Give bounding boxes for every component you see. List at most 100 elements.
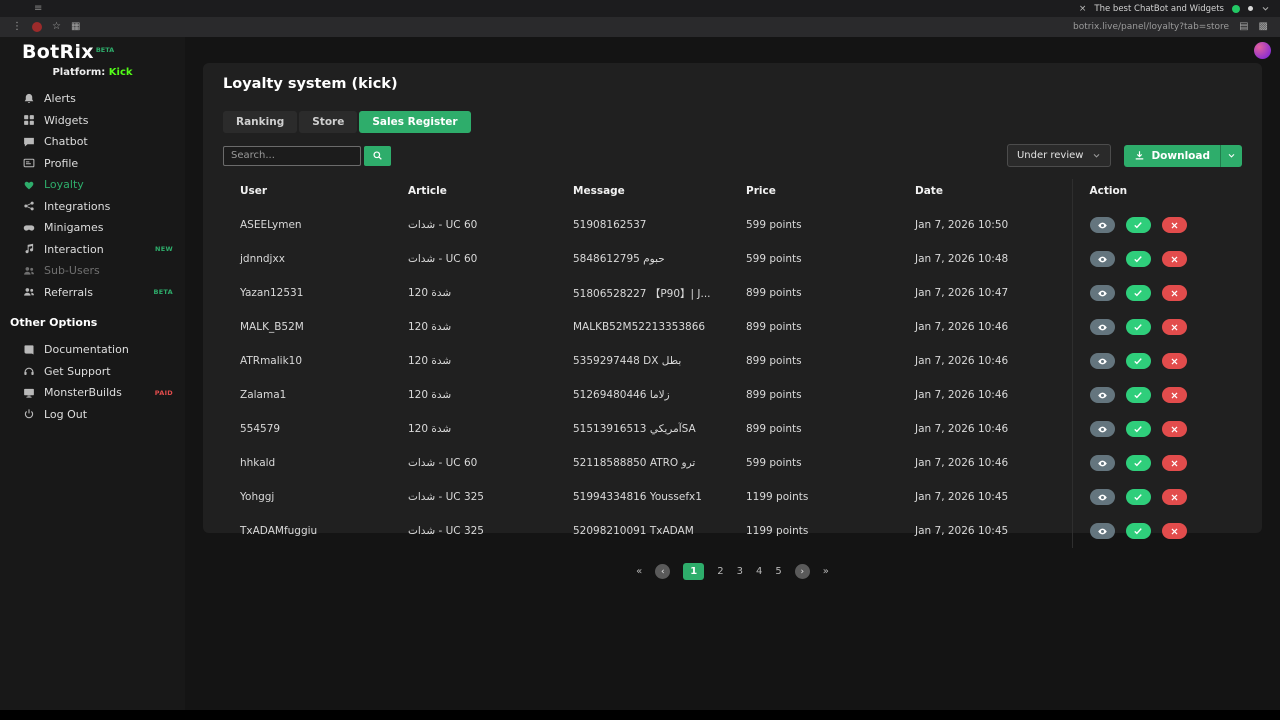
window-menu-icon[interactable]: ≡: [34, 3, 42, 14]
view-button[interactable]: [1089, 455, 1115, 471]
view-button[interactable]: [1089, 353, 1115, 369]
table-row: hhkald شدات - UC 60 52118588850 ATRO ترو 59…: [223, 446, 1242, 480]
reject-button[interactable]: [1161, 217, 1187, 233]
kebab-menu-icon[interactable]: ⋮: [12, 22, 22, 32]
sidebar-item-label: Alerts: [44, 92, 76, 106]
sidebar-item-alerts[interactable]: Alerts: [0, 88, 185, 110]
sidebar-item-label: Sub-Users: [44, 264, 100, 278]
page-prev-button[interactable]: ‹: [655, 564, 671, 579]
cell-article: شدات - UC 325: [408, 525, 484, 537]
tab-ranking[interactable]: Ranking: [223, 111, 298, 133]
sidebar-item-chatbot[interactable]: Chatbot: [0, 131, 185, 153]
view-button[interactable]: [1089, 285, 1115, 301]
approve-button[interactable]: [1125, 285, 1151, 301]
status-filter-select[interactable]: Under review: [1006, 144, 1112, 167]
cell-price: 599 points: [746, 457, 802, 469]
cell-article: شدات - UC 60: [408, 457, 478, 469]
tab-store[interactable]: Store: [299, 111, 358, 133]
extensions-grid-icon[interactable]: ▩: [1259, 22, 1268, 32]
cell-user: Yohggj: [240, 491, 275, 503]
address-url[interactable]: botrix.live/panel/loyalty?tab=store: [1073, 22, 1229, 32]
approve-button[interactable]: [1125, 523, 1151, 539]
avatar[interactable]: [1254, 42, 1271, 59]
status-filter-value: Under review: [1016, 150, 1084, 161]
sidebar-item-loyalty[interactable]: Loyalty: [0, 174, 185, 196]
chat-icon: [22, 136, 35, 148]
view-button[interactable]: [1089, 489, 1115, 505]
tabs: Ranking Store Sales Register: [223, 111, 1242, 133]
page-button-5[interactable]: 5: [775, 566, 781, 577]
approve-button[interactable]: [1125, 421, 1151, 437]
approve-button[interactable]: [1125, 455, 1151, 471]
download-button[interactable]: Download: [1124, 144, 1220, 167]
reject-button[interactable]: [1161, 387, 1187, 403]
cell-article: شدة 120: [408, 355, 452, 367]
reject-button[interactable]: [1161, 421, 1187, 437]
page-button-2[interactable]: 2: [717, 566, 723, 577]
approve-button[interactable]: [1125, 353, 1151, 369]
approve-button[interactable]: [1125, 489, 1151, 505]
sidebar-item-log-out[interactable]: Log Out: [0, 404, 185, 426]
approve-button[interactable]: [1125, 319, 1151, 335]
approve-button[interactable]: [1125, 387, 1151, 403]
sidebar-item-sub-users[interactable]: Sub-Users: [0, 260, 185, 282]
cell-price: 899 points: [746, 423, 802, 435]
approve-button[interactable]: [1125, 251, 1151, 267]
view-button[interactable]: [1089, 421, 1115, 437]
table-row: jdnndjxx شدات - UC 60 5848612795 حبوم 599 p…: [223, 242, 1242, 276]
sidebar-item-interaction[interactable]: Interaction NEW: [0, 239, 185, 261]
page-button-3[interactable]: 3: [737, 566, 743, 577]
sidebar-item-get-support[interactable]: Get Support: [0, 361, 185, 383]
reject-button[interactable]: [1161, 285, 1187, 301]
logo[interactable]: BotRix BETA: [0, 43, 185, 62]
bookmark-star-icon[interactable]: ☆: [52, 22, 61, 32]
reject-button[interactable]: [1161, 353, 1187, 369]
browser-toolbar: ⋮ ☆ ▦ botrix.live/panel/loyalty?tab=stor…: [0, 17, 1280, 37]
view-button[interactable]: [1089, 217, 1115, 233]
cell-price: 599 points: [746, 253, 802, 265]
sidebar-item-widgets[interactable]: Widgets: [0, 110, 185, 132]
search-button[interactable]: [364, 145, 391, 166]
page-next-button[interactable]: ›: [794, 564, 810, 579]
chevron-down-icon[interactable]: [1261, 4, 1270, 13]
download-options-button[interactable]: [1220, 144, 1242, 167]
browser-tab-title: The best ChatBot and Widgets: [1094, 3, 1224, 14]
sidebar-item-profile[interactable]: Profile: [0, 153, 185, 175]
view-button[interactable]: [1089, 523, 1115, 539]
cell-action: [1071, 378, 1242, 412]
page-button-4[interactable]: 4: [756, 566, 762, 577]
power-icon: [22, 408, 35, 420]
reader-list-icon[interactable]: ▤: [1239, 22, 1248, 32]
sidebar-item-documentation[interactable]: Documentation: [0, 339, 185, 361]
cell-date: Jan 7, 2026 10:46: [915, 389, 1009, 401]
cell-article: شدات - UC 60: [408, 253, 478, 265]
reject-button[interactable]: [1161, 455, 1187, 471]
tab-sales-register[interactable]: Sales Register: [359, 111, 471, 133]
sidebar-item-badge: BETA: [153, 288, 173, 297]
reject-button[interactable]: [1161, 319, 1187, 335]
search-input[interactable]: [223, 145, 361, 166]
reject-button[interactable]: [1161, 489, 1187, 505]
download-split-button: Download: [1124, 144, 1242, 167]
reject-button[interactable]: [1161, 523, 1187, 539]
page-button-1[interactable]: 1: [683, 563, 705, 580]
dot-icon: [1248, 6, 1253, 11]
view-button[interactable]: [1089, 387, 1115, 403]
page-last-button[interactable]: »: [823, 566, 829, 577]
cell-price: 899 points: [746, 321, 802, 333]
reject-button[interactable]: [1161, 251, 1187, 267]
view-button[interactable]: [1089, 319, 1115, 335]
tab-close-icon[interactable]: ×: [1079, 4, 1087, 14]
cell-message: 52098210091 TxADAM: [573, 525, 694, 537]
site-favicon-icon: [32, 22, 42, 32]
sidebar-item-integrations[interactable]: Integrations: [0, 196, 185, 218]
cell-action: [1071, 242, 1242, 276]
approve-button[interactable]: [1125, 217, 1151, 233]
frame-icon[interactable]: ▦: [71, 22, 80, 32]
sidebar-item-minigames[interactable]: Minigames: [0, 217, 185, 239]
sidebar-other-nav: Documentation Get Support MonsterBuilds PAI…: [0, 339, 185, 425]
view-button[interactable]: [1089, 251, 1115, 267]
sidebar-item-referrals[interactable]: Referrals BETA: [0, 282, 185, 304]
sidebar-item-monsterbuilds[interactable]: MonsterBuilds PAID: [0, 382, 185, 404]
page-first-button[interactable]: «: [636, 566, 642, 577]
